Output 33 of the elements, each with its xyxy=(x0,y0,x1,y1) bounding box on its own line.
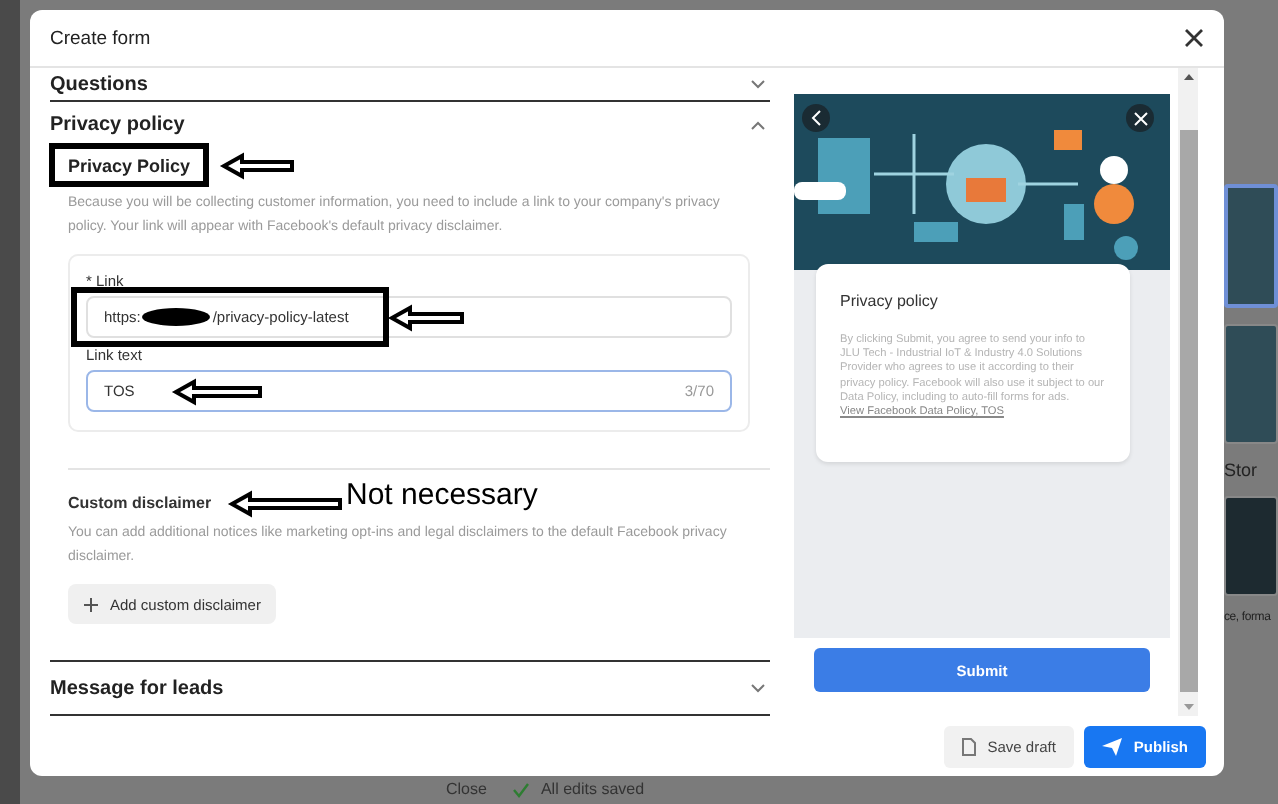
document-icon xyxy=(961,737,976,755)
ad-thumbnail[interactable] xyxy=(1224,496,1278,596)
arrow-annotation xyxy=(171,378,262,406)
scrollbar-thumb[interactable] xyxy=(1179,130,1197,692)
close-icon xyxy=(1184,28,1204,48)
dialog-title: Create form xyxy=(50,27,151,49)
scrollbar[interactable] xyxy=(1178,68,1198,716)
ad-thumbnail[interactable] xyxy=(1224,184,1278,308)
chevron-down-icon xyxy=(750,683,766,693)
save-status: All edits saved xyxy=(540,780,645,798)
section-heading: Privacy Policy xyxy=(68,156,191,176)
chevron-down-icon xyxy=(750,79,766,89)
plus-icon xyxy=(84,597,98,611)
chevron-left-icon xyxy=(810,110,822,126)
arrow-annotation xyxy=(387,304,464,332)
arrow-annotation xyxy=(227,490,342,518)
scroll-down-icon xyxy=(1183,704,1193,710)
close-button[interactable] xyxy=(1184,28,1204,48)
accordion-header[interactable]: Message for leads xyxy=(50,660,770,716)
scroll-up-icon xyxy=(1183,74,1193,80)
chevron-up-icon xyxy=(750,120,766,130)
annotation-text: Not necessary xyxy=(346,478,538,512)
accordion-header[interactable]: Questions xyxy=(50,68,770,102)
preview-title: Privacy policy xyxy=(840,292,940,310)
check-icon xyxy=(512,781,531,797)
section-heading: Stor xyxy=(1224,460,1260,480)
close-icon xyxy=(1133,111,1147,125)
redaction-mark xyxy=(142,308,211,326)
ad-thumbnail[interactable] xyxy=(1224,324,1278,444)
section-heading: Custom disclaimer xyxy=(68,494,212,512)
accordion-header[interactable]: Privacy policy xyxy=(50,108,770,142)
paper-plane-icon xyxy=(1101,737,1122,755)
arrow-annotation xyxy=(219,152,294,180)
